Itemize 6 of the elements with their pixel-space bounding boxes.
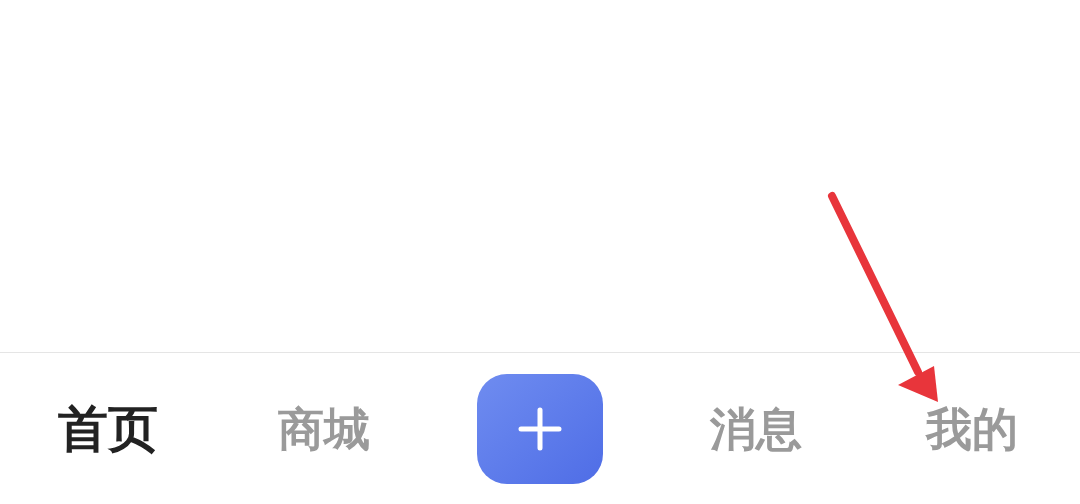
nav-tab[interactable]: 我的 bbox=[926, 405, 1018, 452]
add-button[interactable] bbox=[477, 373, 603, 484]
plus-icon bbox=[518, 406, 562, 451]
nav-tab[interactable]: 首页 bbox=[58, 403, 158, 454]
nav-tab[interactable]: 商城 bbox=[278, 405, 370, 452]
nav-tab[interactable]: 消息 bbox=[710, 405, 802, 452]
